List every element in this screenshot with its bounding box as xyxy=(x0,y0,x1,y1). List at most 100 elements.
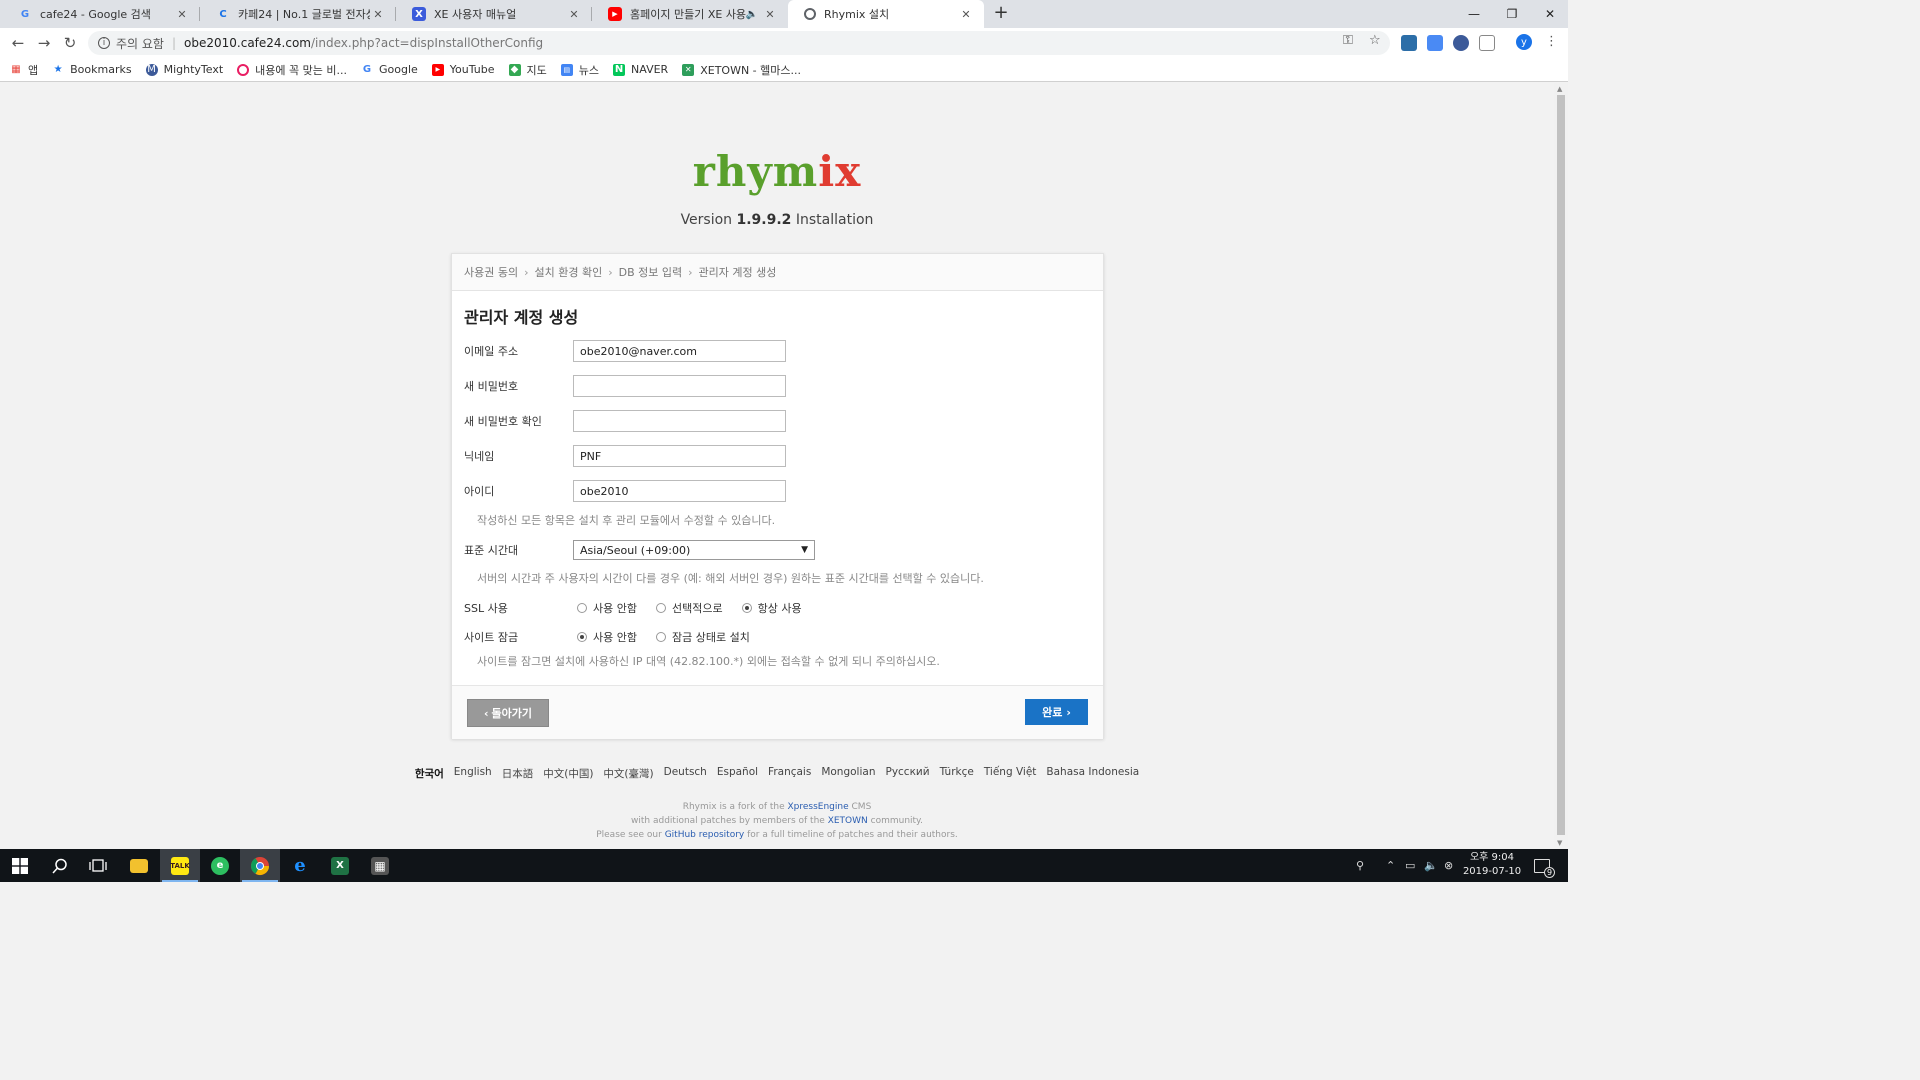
star-icon[interactable]: ☆ xyxy=(1369,33,1381,48)
language-link[interactable]: Türkçe xyxy=(940,766,974,781)
ssl-option-always[interactable]: 항상 사용 xyxy=(738,600,802,616)
close-icon[interactable]: ✕ xyxy=(174,6,190,22)
bookmark-xetown[interactable]: ✕ XETOWN - 헬마스... xyxy=(682,62,801,78)
close-icon[interactable]: ✕ xyxy=(566,6,582,22)
password-confirm-field[interactable] xyxy=(573,410,786,432)
show-hidden-icons-chevron[interactable]: ⌃ xyxy=(1386,849,1395,882)
profile-avatar[interactable]: y xyxy=(1516,34,1532,50)
close-icon[interactable]: ✕ xyxy=(762,6,778,22)
forward-arrow-icon[interactable]: → xyxy=(34,33,54,53)
language-link[interactable]: Bahasa Indonesia xyxy=(1046,766,1139,781)
scroll-up-icon[interactable]: ▲ xyxy=(1557,85,1562,93)
excel-icon[interactable]: X xyxy=(320,849,360,882)
bookmark-youtube[interactable]: ▶ YouTube xyxy=(431,63,495,76)
globe-icon xyxy=(804,8,816,20)
volume-icon[interactable]: 🔈 xyxy=(1424,849,1438,882)
start-icon[interactable] xyxy=(0,849,40,882)
wechat-icon[interactable]: ⊗ xyxy=(1444,849,1453,882)
timezone-select[interactable]: Asia/Seoul (+09:00) ▼ xyxy=(573,540,815,560)
translate-icon[interactable] xyxy=(1427,35,1443,51)
search-icon[interactable] xyxy=(40,849,80,882)
lock-option-locked[interactable]: 잠금 상태로 설치 xyxy=(652,629,750,645)
bookmark-naver[interactable]: N NAVER xyxy=(613,63,668,76)
back-arrow-icon[interactable]: ← xyxy=(8,33,28,53)
bookmark-maps[interactable]: ◆ 지도 xyxy=(508,62,547,78)
security-warning[interactable]: 주의 요함 xyxy=(116,35,164,52)
language-link[interactable]: Русский xyxy=(885,766,929,781)
evernote-icon[interactable]: e xyxy=(200,849,240,882)
notification-icon[interactable]: 9 xyxy=(1534,849,1555,882)
nickname-field[interactable]: PNF xyxy=(573,445,786,467)
radio-button[interactable] xyxy=(577,603,587,613)
radio-button-selected[interactable] xyxy=(577,632,587,642)
language-link[interactable]: 中文(中国) xyxy=(543,766,593,781)
scrollbar-thumb[interactable] xyxy=(1557,95,1565,835)
task-view-icon[interactable] xyxy=(78,849,118,882)
close-icon[interactable]: ✕ xyxy=(958,6,974,22)
tab-google-search[interactable]: G cafe24 - Google 검색 ✕ xyxy=(2,0,200,28)
radio-button-selected[interactable] xyxy=(741,603,752,613)
bookmark-label: YouTube xyxy=(449,63,495,76)
file-explorer-icon[interactable] xyxy=(119,849,159,882)
bookmark-bookmarks[interactable]: ★ Bookmarks xyxy=(52,63,132,76)
tab-rhymix-install[interactable]: Rhymix 설치 ✕ xyxy=(788,0,984,28)
youtube-icon: ▶ xyxy=(431,63,444,76)
tab-cafe24[interactable]: C 카페24 | No.1 글로벌 전자상거래 ✕ xyxy=(200,0,396,28)
kakaotalk-icon[interactable]: TALK xyxy=(160,849,200,882)
extension-icon[interactable] xyxy=(1401,35,1417,51)
restore-button[interactable]: ❐ xyxy=(1492,0,1532,28)
menu-icon[interactable]: ⋮ xyxy=(1545,34,1558,49)
language-link[interactable]: 日本語 xyxy=(502,766,534,781)
apps-icon: ▦ xyxy=(11,64,21,75)
people-icon[interactable]: ⚲ xyxy=(1356,849,1364,882)
key-icon[interactable]: ⚿ xyxy=(1343,33,1353,48)
complete-button[interactable]: 완료 › xyxy=(1025,699,1088,725)
language-link[interactable]: Español xyxy=(717,766,758,781)
bookmark-google[interactable]: G Google xyxy=(361,63,418,76)
radio-button[interactable] xyxy=(655,603,666,613)
vertical-scrollbar[interactable]: ▲ ▼ xyxy=(1554,83,1568,849)
bookmark-apps[interactable]: ▦ 앱 xyxy=(10,62,38,78)
info-icon[interactable]: i xyxy=(98,37,110,49)
bookmark-news[interactable]: ▤ 뉴스 xyxy=(560,62,599,78)
bookmark-mightytext[interactable]: M MightyText xyxy=(145,63,223,76)
calculator-icon[interactable]: ▦ xyxy=(360,849,400,882)
close-icon[interactable]: ✕ xyxy=(370,6,386,22)
edge-icon[interactable]: e xyxy=(280,849,320,882)
language-link[interactable]: Mongolian xyxy=(821,766,875,781)
language-link[interactable]: Deutsch xyxy=(664,766,707,781)
xetown-link[interactable]: XETOWN xyxy=(828,816,868,826)
system-clock[interactable]: 오후 9:04 2019-07-10 xyxy=(1460,851,1524,879)
bookmark-ad[interactable]: 내용에 꼭 맞는 비... xyxy=(237,62,347,78)
chrome-icon[interactable] xyxy=(240,849,280,882)
language-link[interactable]: Français xyxy=(768,766,811,781)
ssl-option-optional[interactable]: 선택적으로 xyxy=(652,600,723,616)
email-field[interactable]: obe2010@naver.com xyxy=(573,340,786,362)
minimize-button[interactable]: — xyxy=(1454,0,1494,28)
password-field[interactable] xyxy=(573,375,786,397)
naver-icon: N xyxy=(613,63,626,76)
back-button[interactable]: ‹ 돌아가기 xyxy=(467,699,549,727)
language-link-current[interactable]: 한국어 xyxy=(415,766,444,781)
language-link[interactable]: English xyxy=(454,766,492,781)
github-link[interactable]: GitHub repository xyxy=(665,830,745,840)
user-id-field[interactable]: obe2010 xyxy=(573,480,786,502)
xpressengine-link[interactable]: XpressEngine xyxy=(788,802,849,812)
radio-button[interactable] xyxy=(655,632,666,642)
network-icon[interactable]: ▭ xyxy=(1405,849,1415,882)
reload-icon[interactable]: ↻ xyxy=(60,33,80,53)
ssl-option-none[interactable]: 사용 안함 xyxy=(573,600,637,616)
new-tab-button[interactable]: + xyxy=(990,4,1012,24)
mightytext-icon[interactable] xyxy=(1453,35,1469,51)
window-close-button[interactable]: ✕ xyxy=(1530,0,1570,28)
language-link[interactable]: Tiếng Việt xyxy=(984,766,1037,781)
tab-youtube[interactable]: ▶ 홈페이지 만들기 XE 사용법 🔈 ✕ xyxy=(592,0,788,28)
scroll-down-icon[interactable]: ▼ xyxy=(1557,839,1562,847)
cast-icon[interactable] xyxy=(1479,35,1495,51)
language-link[interactable]: 中文(臺灣) xyxy=(603,766,653,781)
speaker-icon[interactable]: 🔈 xyxy=(746,9,758,20)
lock-option-none[interactable]: 사용 안함 xyxy=(573,629,637,645)
tab-xe-manual[interactable]: X XE 사용자 매뉴얼 ✕ xyxy=(396,0,592,28)
address-bar[interactable]: i 주의 요함 | obe2010.cafe24.com/index.php?a… xyxy=(88,31,1390,55)
breadcrumb-step-current: 관리자 계정 생성 xyxy=(698,266,777,279)
